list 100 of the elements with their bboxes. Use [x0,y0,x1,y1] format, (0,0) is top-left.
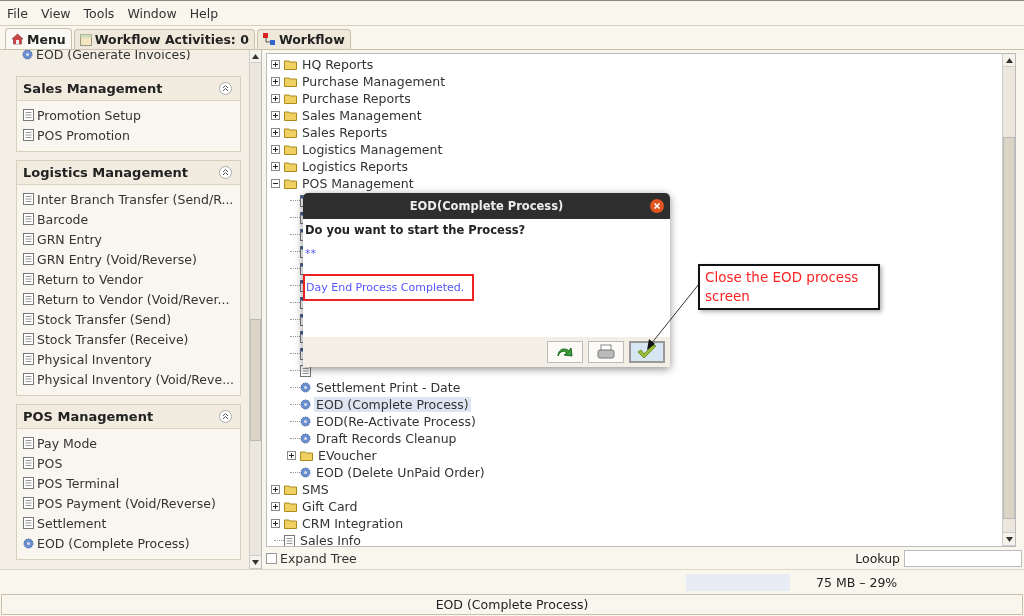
tree-item[interactable]: Gift Card [300,499,360,514]
menu-item[interactable]: Window [127,5,177,21]
tree-item[interactable]: Draft Records Cleanup [314,431,459,446]
folder-icon [284,501,297,512]
sidebar-item[interactable]: Promotion Setup [17,105,240,125]
sidebar-item[interactable]: Return to Vendor (Void/Rever... [17,289,240,309]
expand-icon[interactable] [271,145,280,154]
sidebar-item[interactable]: GRN Entry [17,229,240,249]
document-icon [23,233,34,245]
tree-item[interactable]: CRM Integration [300,516,406,531]
tree-item[interactable]: Purchase Management [300,74,448,89]
expand-icon[interactable] [271,485,280,494]
sidebar-item[interactable]: Barcode [17,209,240,229]
tree-item[interactable]: Settlement Print - Date [314,380,463,395]
expand-icon[interactable] [271,94,280,103]
sidebar-item[interactable]: Pay Mode [17,433,240,453]
folder-icon [284,76,297,87]
scroll-up-icon[interactable] [1005,57,1013,63]
gear-icon [300,433,311,444]
tree-item[interactable]: SMS [300,482,331,497]
expand-icon[interactable] [271,162,280,171]
sidebar-item[interactable]: Physical Inventory [17,349,240,369]
gear-icon [22,50,33,60]
close-icon[interactable] [650,199,664,213]
sidebar-item[interactable]: GRN Entry (Void/Reverse) [17,249,240,269]
dialog-title: EOD(Complete Process) [409,199,564,213]
sidebar-item[interactable]: Inter Branch Transfer (Send/R... [17,189,240,209]
tree-item[interactable]: Logistics Reports [300,159,410,174]
lookup-field[interactable] [904,549,1022,567]
gear-icon [23,537,34,549]
sidebar-item[interactable]: POS Payment (Void/Reverse) [17,493,240,513]
tab[interactable]: Workflow Activities: 0 [73,29,255,49]
dialog-question: Do you want to start the Process? [305,223,527,237]
expand-icon[interactable] [271,77,280,86]
tree-item[interactable]: Sales Management [300,108,424,123]
menu-item[interactable]: File [7,5,28,21]
collapse-icon[interactable] [271,179,280,188]
tree-item[interactable]: POS Management [300,176,416,191]
expand-tree-checkbox[interactable]: Expand Tree [266,550,357,566]
gear-icon [300,467,311,478]
callout-note: Close the EOD process screen [698,264,880,310]
lookup-label: Lookup [855,550,900,566]
tree-item[interactable]: EOD (Delete UnPaid Order) [314,465,487,480]
scroll-down-icon[interactable] [1005,536,1013,542]
sidebar-item[interactable]: POS Promotion [17,125,240,145]
ok-button[interactable] [629,341,665,363]
scroll-thumb[interactable] [1003,137,1015,519]
menu-item[interactable]: Tools [83,5,115,21]
document-icon [23,273,34,285]
house-icon [11,33,24,45]
document-icon [23,193,34,205]
folder-icon [284,518,297,529]
expand-icon[interactable] [271,128,280,137]
scroll-thumb[interactable] [250,319,261,441]
section-title: POS Management [23,409,154,424]
expand-icon[interactable] [271,502,280,511]
menu-item[interactable]: View [40,5,71,21]
sidebar-item[interactable]: Physical Inventory (Void/Reve... [17,369,240,389]
sidebar-item[interactable]: Stock Transfer (Send) [17,309,240,329]
tree-item[interactable]: Sales Info [298,533,363,546]
gear-icon [300,416,311,427]
tree-item[interactable]: HQ Reports [300,57,376,72]
sidebar-item[interactable]: POS [17,453,240,473]
document-icon [23,313,34,325]
expand-icon[interactable] [287,451,296,460]
expand-icon[interactable] [271,519,280,528]
section-title: Sales Management [23,81,163,96]
tab[interactable]: Workflow [256,29,351,49]
tree-item[interactable]: Purchase Reports [300,91,413,106]
collapse-icon[interactable] [219,82,232,95]
scroll-down-icon[interactable] [252,559,259,565]
menu-item[interactable]: Help [189,5,219,21]
document-icon [23,109,34,121]
tab[interactable]: Menu [5,28,72,49]
scrollbar[interactable] [1002,54,1015,546]
tree-item[interactable]: Logistics Management [300,142,445,157]
print-button[interactable] [588,341,624,363]
document-icon [23,457,34,469]
expand-icon[interactable] [271,111,280,120]
folder-icon [300,450,313,461]
sidebar-item[interactable]: POS Terminal [17,473,240,493]
sidebar-item[interactable]: Return to Vendor [17,269,240,289]
folder-icon [284,144,297,155]
document-icon [23,129,34,141]
sidebar-item[interactable]: EOD (Complete Process) [17,533,240,553]
tree-item[interactable]: EVoucher [316,448,379,463]
tree-item[interactable]: EOD(Re-Activate Process) [314,414,478,429]
scroll-up-icon[interactable] [252,53,259,59]
marker-text: ** [305,247,317,260]
sidebar-item[interactable]: Settlement [17,513,240,533]
expand-icon[interactable] [271,60,280,69]
redo-button[interactable] [547,341,583,363]
collapse-icon[interactable] [219,166,232,179]
checkmark-icon [636,344,658,360]
document-icon [23,373,34,385]
sidebar-item[interactable]: Stock Transfer (Receive) [17,329,240,349]
tree-item[interactable]: EOD (Complete Process) [314,397,471,412]
tree-item[interactable]: Sales Reports [300,125,390,140]
scrollbar[interactable] [249,50,261,569]
collapse-icon[interactable] [219,410,232,423]
